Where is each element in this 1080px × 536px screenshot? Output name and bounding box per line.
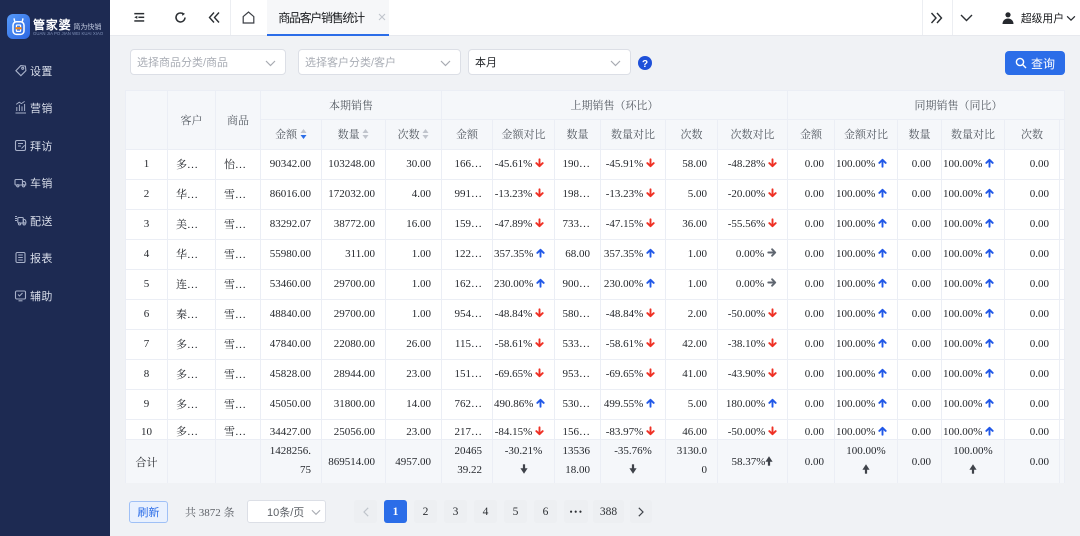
svg-text:?: ? [642, 59, 648, 70]
